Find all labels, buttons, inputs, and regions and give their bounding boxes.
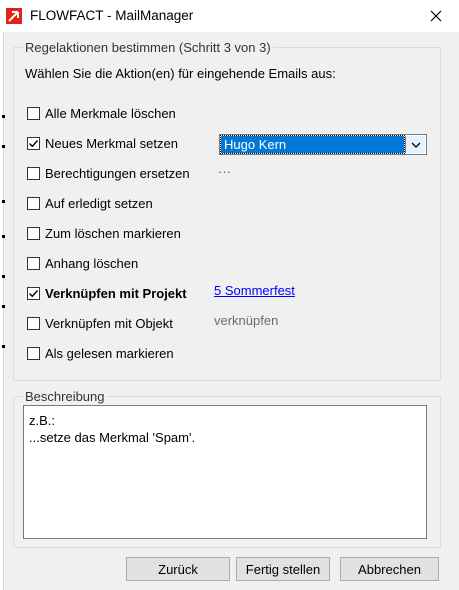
checkbox[interactable]: [27, 256, 40, 270]
checkbox[interactable]: [27, 106, 40, 120]
action-label: Neues Merkmal setzen: [45, 135, 178, 151]
description-line: z.B.:: [29, 413, 56, 428]
edge-marker: [2, 275, 5, 278]
instruction-text: Wählen Sie die Aktion(en) für eingehende…: [25, 66, 336, 81]
flowfact-logo-icon: [6, 8, 22, 24]
action-label: Zum löschen markieren: [45, 225, 181, 241]
close-button[interactable]: [413, 0, 459, 32]
merkmal-select-value: Hugo Kern: [220, 135, 405, 154]
action-row-zum-loeschen-markieren[interactable]: Zum löschen markieren: [27, 224, 181, 242]
action-label: Verknüpfen mit Projekt: [45, 285, 187, 301]
checkbox[interactable]: [27, 166, 40, 180]
cancel-button[interactable]: Abbrechen: [340, 557, 439, 581]
checkbox[interactable]: [27, 316, 40, 330]
action-label: Anhang löschen: [45, 255, 139, 271]
edge-marker: [2, 305, 5, 308]
edge-marker: [2, 115, 5, 118]
action-label: Alle Merkmale löschen: [45, 105, 176, 121]
window-title: FLOWFACT - MailManager: [30, 8, 194, 23]
description-text: z.B.: ...setze das Merkmal 'Spam'.: [23, 405, 427, 539]
edge-marker: [2, 145, 5, 148]
action-row-alle-merkmale-loeschen[interactable]: Alle Merkmale löschen: [27, 104, 176, 122]
mailmanager-dialog: FLOWFACT - MailManager Regelaktionen bes…: [0, 0, 459, 590]
checkbox[interactable]: [27, 136, 40, 150]
description-line: ...setze das Merkmal 'Spam'.: [29, 430, 196, 445]
berechtigungen-more-button[interactable]: ···: [218, 164, 231, 179]
back-button[interactable]: Zurück: [126, 557, 230, 581]
checkbox[interactable]: [27, 346, 40, 360]
edge-marker: [2, 200, 5, 203]
close-icon: [430, 10, 442, 22]
action-row-verknuepfen-mit-objekt[interactable]: Verknüpfen mit Objekt: [27, 314, 173, 332]
action-label: Auf erledigt setzen: [45, 195, 153, 211]
checkbox[interactable]: [27, 226, 40, 240]
checkmark-icon: [29, 289, 39, 297]
description-group-title: Beschreibung: [23, 389, 107, 404]
action-label: Berechtigungen ersetzen: [45, 165, 190, 181]
title-bar: FLOWFACT - MailManager: [0, 0, 459, 32]
action-row-anhang-loeschen[interactable]: Anhang löschen: [27, 254, 138, 272]
action-row-auf-erledigt-setzen[interactable]: Auf erledigt setzen: [27, 194, 153, 212]
checkbox[interactable]: [27, 196, 40, 210]
finish-button[interactable]: Fertig stellen: [236, 557, 330, 581]
objekt-link: verknüpfen: [214, 313, 279, 328]
edge-marker: [2, 345, 5, 348]
action-row-berechtigungen-ersetzen[interactable]: Berechtigungen ersetzen: [27, 164, 190, 182]
checkbox[interactable]: [27, 286, 40, 300]
chevron-down-icon: [411, 142, 420, 148]
action-row-neues-merkmal-setzen[interactable]: Neues Merkmal setzen: [27, 134, 178, 152]
action-row-verknuepfen-mit-projekt[interactable]: Verknüpfen mit Projekt: [27, 284, 187, 302]
merkmal-select-dropdown-button[interactable]: [405, 136, 425, 153]
action-label: Als gelesen markieren: [45, 345, 174, 361]
rule-actions-group-title: Regelaktionen bestimmen (Schritt 3 von 3…: [23, 40, 273, 55]
action-row-als-gelesen-markieren[interactable]: Als gelesen markieren: [27, 344, 174, 362]
project-link[interactable]: 5 Sommerfest: [214, 283, 295, 298]
checkmark-icon: [29, 139, 39, 147]
merkmal-select[interactable]: Hugo Kern: [219, 134, 427, 155]
action-label: Verknüpfen mit Objekt: [45, 315, 173, 331]
edge-marker: [2, 235, 5, 238]
